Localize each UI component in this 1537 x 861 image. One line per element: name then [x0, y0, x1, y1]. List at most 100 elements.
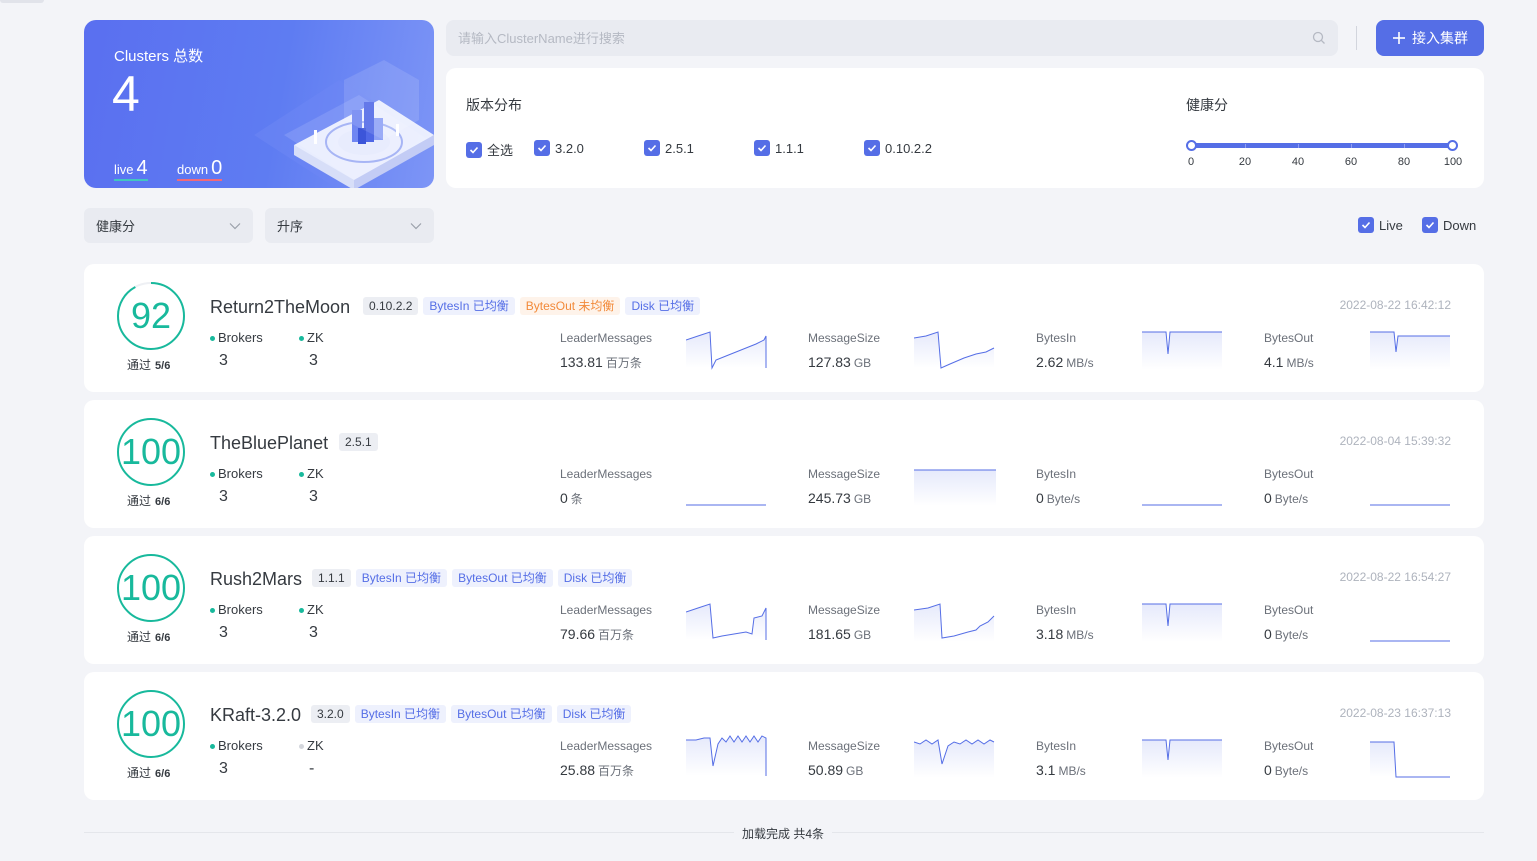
balance-tag: Disk 已均衡 — [625, 297, 701, 315]
version-tag: 2.5.1 — [339, 433, 378, 451]
status-dot-icon — [210, 744, 215, 750]
summary-total: 4 — [112, 66, 140, 122]
metric-value: 0 Byte/s — [1036, 490, 1080, 506]
health-pass: 通过 6/6 — [127, 764, 170, 781]
cluster-timestamp: 2022-08-23 16:37:13 — [1339, 706, 1451, 720]
metric-label: BytesOut — [1264, 603, 1314, 617]
chevron-down-icon — [410, 222, 422, 229]
metric-number: 133.81 — [560, 354, 603, 370]
live-count: live 4 — [114, 158, 148, 181]
health-pass: 通过 5/6 — [127, 356, 170, 373]
brokers-label: Brokers — [210, 738, 263, 753]
balance-tag: BytesOut 已均衡 — [451, 705, 552, 723]
down-filter-checkbox[interactable]: Down — [1422, 217, 1476, 233]
metric-label: MessageSize — [808, 603, 881, 617]
version-checkbox-0.10.2.2[interactable]: 0.10.2.2 — [864, 140, 932, 156]
zk-count: - — [309, 760, 315, 777]
metric-value: 0条 — [560, 490, 583, 507]
balance-tag: BytesOut 未均衡 — [519, 297, 621, 315]
metric-unit: 百万条 — [598, 764, 635, 778]
cluster-name[interactable]: Return2TheMoon — [210, 297, 350, 318]
checkbox-checked-icon — [864, 140, 880, 156]
slider-tick-mark — [1404, 144, 1405, 148]
brokers-label-text: Brokers — [218, 738, 263, 753]
metric-unit: Byte/s — [1046, 492, 1081, 506]
cluster-tags: 0.10.2.2 BytesIn 已均衡 BytesOut 未均衡 Disk 已… — [363, 297, 701, 315]
sort-field-select[interactable]: 健康分 — [84, 208, 253, 243]
metric-unit: GB — [853, 492, 872, 506]
leadermessages-sparkline — [686, 735, 767, 776]
zk-label-text: ZK — [307, 602, 324, 617]
brokers-label: Brokers — [210, 466, 263, 481]
health-score: 100 — [120, 703, 182, 744]
metric-value: 2.62 MB/s — [1036, 354, 1094, 370]
search-input[interactable] — [458, 30, 1312, 46]
version-distribution-label: 版本分布 — [466, 97, 522, 113]
slider-track[interactable] — [1191, 143, 1453, 148]
zk-label: ZK — [299, 330, 324, 345]
slider-handle-min[interactable] — [1186, 140, 1197, 151]
metric-label: BytesIn — [1036, 467, 1077, 481]
brokers-count: 3 — [219, 488, 228, 505]
metric-unit: MB/s — [1066, 356, 1094, 370]
pass-label: 通过 — [127, 358, 152, 372]
pass-label: 通过 — [127, 494, 152, 508]
slider-tick-label: 80 — [1397, 156, 1411, 168]
cluster-name[interactable]: TheBluePlanet — [210, 433, 328, 454]
pass-ratio: 5/6 — [155, 360, 171, 372]
metric-unit: GB — [846, 764, 864, 778]
health-score-label: 健康分 — [1186, 97, 1228, 113]
leadermessages-sparkline — [686, 603, 767, 640]
status-dot-icon — [210, 608, 215, 614]
metric-label: BytesOut — [1264, 739, 1314, 753]
cluster-card[interactable]: 92 通过 5/6 Return2TheMoon 0.10.2.2 BytesIn… — [84, 264, 1484, 392]
live-filter-checkbox[interactable]: Live — [1358, 217, 1403, 233]
add-cluster-button[interactable]: 接入集群 — [1376, 20, 1484, 56]
bytesout-sparkline — [1370, 504, 1450, 506]
leadermessages-sparkline — [686, 504, 766, 506]
metric-value: 127.83 GB — [808, 354, 871, 370]
metric-value: 50.89 GB — [808, 762, 863, 778]
version-checkbox-3.2.0[interactable]: 3.2.0 — [534, 140, 584, 156]
version-checkbox-label: 2.5.1 — [665, 140, 694, 156]
metric-label: MessageSize — [808, 467, 881, 481]
metric-unit: GB — [853, 356, 872, 370]
checkbox-checked-icon — [534, 140, 550, 156]
metric-value: 0 Byte/s — [1264, 762, 1308, 778]
bytesout-sparkline — [1370, 640, 1450, 642]
cluster-tags: 3.2.0 BytesIn 已均衡 BytesOut 已均衡 Disk 已均衡 — [311, 705, 632, 723]
pass-ratio: 6/6 — [155, 496, 171, 508]
slider-handle-max[interactable] — [1447, 140, 1458, 151]
scroll-indicator — [0, 0, 44, 3]
pass-ratio: 6/6 — [155, 632, 171, 644]
search-icon[interactable] — [1312, 31, 1326, 45]
slider-tick-label: 20 — [1238, 156, 1252, 168]
cluster-name[interactable]: KRaft-3.2.0 — [210, 705, 301, 726]
sort-order-select[interactable]: 升序 — [265, 208, 434, 243]
version-checkbox-1.1.1[interactable]: 1.1.1 — [754, 140, 804, 156]
metric-value: 3.18 MB/s — [1036, 626, 1094, 642]
version-checkbox-2.5.1[interactable]: 2.5.1 — [644, 140, 694, 156]
metric-label: LeaderMessages — [560, 603, 653, 617]
metric-label: LeaderMessages — [560, 331, 653, 345]
metric-value: 181.65 GB — [808, 626, 871, 642]
bytesin-sparkline — [1142, 331, 1222, 370]
cluster-name[interactable]: Rush2Mars — [210, 569, 302, 590]
cluster-timestamp: 2022-08-22 16:54:27 — [1339, 570, 1451, 584]
down-count: down 0 — [177, 158, 223, 181]
version-checkbox-label: 1.1.1 — [775, 140, 804, 156]
metric-unit: 条 — [570, 492, 583, 506]
version-checkbox-all[interactable]: 全选 — [466, 140, 513, 159]
down-label: down — [177, 162, 209, 177]
cluster-card[interactable]: 100 通过 6/6 KRaft-3.2.0 3.2.0 BytesIn 已均衡 … — [84, 672, 1484, 800]
metric-unit: Byte/s — [1274, 628, 1309, 642]
live-filter-label: Live — [1379, 217, 1403, 233]
metric-number: 245.73 — [808, 490, 851, 506]
health-score-slider[interactable]: 0 20 40 60 80 100 — [1186, 140, 1462, 172]
cluster-card[interactable]: 100 通过 6/6 TheBluePlanet 2.5.1 2022-08-04… — [84, 400, 1484, 528]
slider-tick-label: 0 — [1187, 156, 1195, 168]
metric-label: MessageSize — [808, 739, 881, 753]
zk-count: 3 — [309, 488, 318, 505]
cluster-card[interactable]: 100 通过 6/6 Rush2Mars 1.1.1 BytesIn 已均衡 By… — [84, 536, 1484, 664]
status-dot-icon — [210, 336, 215, 342]
